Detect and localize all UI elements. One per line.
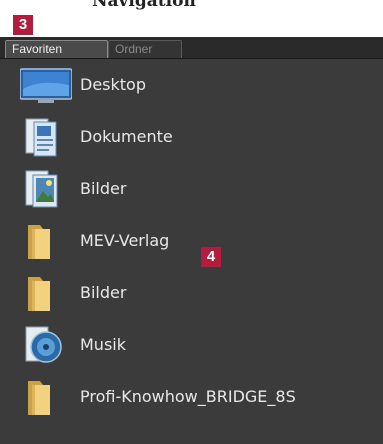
list-item-mev-verlag[interactable]: MEV-Verlag [0,215,383,267]
list-item-bilder-pictures[interactable]: Bilder [0,163,383,215]
panel-tabbar: Favoriten Ordner [0,37,383,59]
list-item-dokumente[interactable]: Dokumente [0,111,383,163]
list-item-label: Bilder [80,283,127,302]
list-item-label: Profi-Knowhow_BRIDGE_8S [80,387,296,406]
list-item-label: Musik [80,335,126,354]
list-item-bilder-folder[interactable]: Bilder [0,267,383,319]
documents-icon [20,117,72,157]
favorites-panel: Favoriten Ordner Desktop Dokumente Bilde… [0,37,383,444]
list-item-label: Bilder [80,179,127,198]
callout-3: 3 [13,15,33,35]
tab-ordner[interactable]: Ordner [108,40,182,58]
list-item-musik[interactable]: Musik [0,319,383,371]
folder-icon [20,377,72,417]
list-item-profi-knowhow[interactable]: Profi-Knowhow_BRIDGE_8S [0,371,383,423]
list-item-label: MEV-Verlag [80,231,170,250]
section-heading: Navigation [92,0,196,11]
tab-favoriten[interactable]: Favoriten [5,40,108,58]
callout-4: 4 [201,247,221,267]
desktop-icon [19,65,73,105]
pictures-icon [20,169,72,209]
list-item-desktop[interactable]: Desktop [0,59,383,111]
list-item-label: Dokumente [80,127,173,146]
list-item-label: Desktop [80,75,146,94]
music-icon [20,325,72,365]
folder-icon [20,273,72,313]
folder-icon [20,221,72,261]
